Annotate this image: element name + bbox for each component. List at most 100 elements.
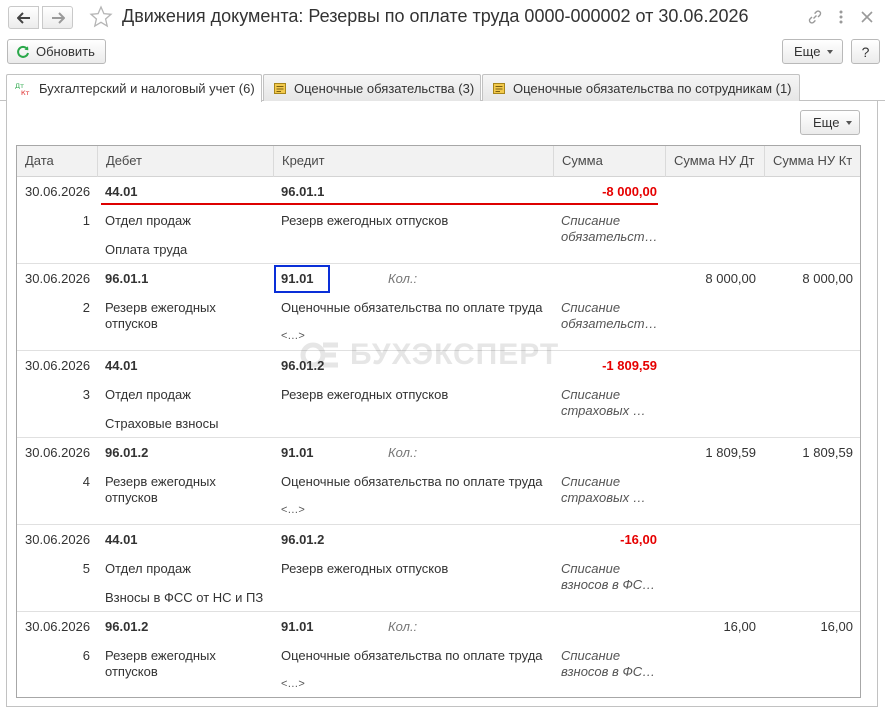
link-icon[interactable] (805, 7, 825, 27)
row-credit-account: 96.01.2 (281, 532, 325, 547)
row-content: Списание страховых … (561, 474, 646, 505)
more-label: Еще (794, 44, 821, 59)
row-credit-subconto-1: Оценочные обязательства по оплате труда (281, 474, 543, 489)
tab-estimated-liabilities[interactable]: Оценочные обязательства (3) (263, 74, 481, 101)
help-label: ? (861, 43, 870, 60)
table-row[interactable]: 30.06.2026 2 96.01.1 Резерв ежегодных отпус… (17, 264, 860, 351)
more-label: Еще (813, 115, 840, 130)
back-button[interactable] (8, 6, 39, 29)
row-credit-subconto-2: <…> (281, 330, 305, 342)
table-row[interactable]: 30.06.2026 6 96.01.2 Резерв ежегодных отпус… (17, 612, 860, 697)
row-number: 3 (82, 387, 90, 402)
tab-label: Оценочные обязательства по сотрудникам (… (513, 80, 792, 96)
row-amount: -8 000,00 (602, 184, 657, 199)
tab-estimated-liabilities-employees[interactable]: Оценочные обязательства по сотрудникам (… (482, 74, 800, 101)
column-header-debit[interactable]: Дебет (98, 146, 274, 177)
row-debit-subconto-2: Оплата труда (105, 242, 188, 257)
row-content: Списание обязательст… (561, 213, 658, 244)
row-credit-account: 96.01.2 (281, 358, 325, 373)
row-credit-subconto-2: <…> (281, 678, 305, 690)
highlight-box-annotation (274, 265, 330, 293)
row-credit-subconto-1: Оценочные обязательства по оплате труда (281, 648, 543, 663)
help-button[interactable]: ? (851, 39, 880, 64)
row-quantity-label: Кол.: (388, 271, 418, 286)
column-header-tax-amount-kt[interactable]: Сумма НУ Кт (765, 146, 860, 177)
column-header-date[interactable]: Дата (17, 146, 98, 177)
chevron-down-icon (827, 49, 834, 54)
row-content: Списание взносов в ФС… (561, 561, 656, 592)
row-debit-subconto-1: Отдел продаж (105, 561, 191, 576)
row-date: 30.06.2026 (25, 184, 91, 199)
row-date: 30.06.2026 (25, 445, 91, 460)
row-credit-account: 96.01.1 (281, 184, 325, 199)
row-quantity-label: Кол.: (388, 619, 418, 634)
row-amount: -16,00 (620, 532, 657, 547)
dt-kt-icon: Дт Кт (15, 82, 30, 96)
tab-accounting[interactable]: Дт Кт Бухгалтерский и налоговый учет (6) (6, 74, 262, 102)
row-credit-account: 91.01 (281, 619, 314, 634)
row-number: 1 (82, 213, 90, 228)
row-debit-account: 44.01 (105, 184, 138, 199)
favorite-star-icon[interactable] (89, 5, 113, 29)
row-date: 30.06.2026 (25, 619, 91, 634)
row-tax-amount-kt: 8 000,00 (802, 271, 853, 286)
column-header-tax-amount-dt[interactable]: Сумма НУ Дт (666, 146, 765, 177)
chevron-down-icon (846, 120, 853, 125)
row-content: Списание страховых … (561, 387, 646, 418)
svg-text:Кт: Кт (21, 89, 30, 96)
table-row[interactable]: 30.06.2026 1 44.01 Отдел продаж Оплата труда… (17, 177, 860, 264)
row-debit-subconto-2: Взносы в ФСС от НС и ПЗ (105, 590, 264, 605)
row-credit-subconto-2: <…> (281, 504, 305, 516)
row-credit-subconto-1: Резерв ежегодных отпусков (281, 387, 449, 402)
more-vertical-icon[interactable] (831, 7, 851, 27)
arrow-right-icon (51, 11, 65, 24)
refresh-icon (17, 45, 29, 58)
row-date: 30.06.2026 (25, 271, 91, 286)
close-icon[interactable] (857, 7, 877, 27)
row-debit-subconto-1: Резерв ежегодных отпусков (105, 474, 216, 505)
row-debit-subconto-1: Отдел продаж (105, 213, 191, 228)
window-title: Движения документа: Резервы по оплате тр… (122, 6, 749, 26)
row-tax-amount-dt: 1 809,59 (705, 445, 756, 460)
row-date: 30.06.2026 (25, 358, 91, 373)
register-icon (493, 83, 505, 94)
row-tax-amount-dt: 16,00 (723, 619, 756, 634)
row-credit-subconto-1: Резерв ежегодных отпусков (281, 561, 449, 576)
refresh-label: Обновить (36, 44, 95, 59)
row-debit-account: 96.01.1 (105, 271, 149, 286)
column-header-credit[interactable]: Кредит (274, 146, 554, 177)
red-underline-annotation (101, 203, 658, 205)
row-credit-account: 91.01 (281, 445, 314, 460)
row-date: 30.06.2026 (25, 532, 91, 547)
row-credit-subconto-1: Оценочные обязательства по оплате труда (281, 300, 543, 315)
row-debit-account: 96.01.2 (105, 445, 149, 460)
row-debit-subconto-1: Резерв ежегодных отпусков (105, 648, 216, 679)
row-tax-amount-kt: 1 809,59 (802, 445, 853, 460)
table-row[interactable]: 30.06.2026 4 96.01.2 Резерв ежегодных отпус… (17, 438, 860, 525)
row-debit-account: 44.01 (105, 358, 138, 373)
refresh-button[interactable]: Обновить (7, 39, 106, 64)
row-credit-subconto-1: Резерв ежегодных отпусков (281, 213, 449, 228)
entries-table[interactable]: Дата Дебет Кредит Сумма Сумма НУ Дт Сумм… (16, 145, 861, 698)
arrow-left-icon (16, 11, 30, 24)
row-debit-subconto-2: Страховые взносы (105, 416, 219, 431)
row-content: Списание обязательст… (561, 300, 658, 331)
table-row[interactable]: 30.06.2026 3 44.01 Отдел продаж Страховые вз… (17, 351, 860, 438)
row-quantity-label: Кол.: (388, 445, 418, 460)
more-button[interactable]: Еще (782, 39, 843, 64)
row-content: Списание взносов в ФС… (561, 648, 656, 679)
forward-button[interactable] (42, 6, 73, 29)
column-header-amount[interactable]: Сумма (554, 146, 666, 177)
row-tax-amount-dt: 8 000,00 (705, 271, 756, 286)
title-bar: Движения документа: Резервы по оплате тр… (0, 0, 885, 34)
tab-label: Бухгалтерский и налоговый учет (6) (39, 81, 255, 96)
panel-more-button[interactable]: Еще (800, 110, 860, 135)
row-amount: -1 809,59 (602, 358, 657, 373)
row-debit-subconto-1: Отдел продаж (105, 387, 191, 402)
row-number: 4 (82, 474, 90, 489)
tab-label: Оценочные обязательства (3) (294, 80, 475, 96)
row-number: 2 (82, 300, 90, 315)
table-row[interactable]: 30.06.2026 5 44.01 Отдел продаж Взносы в ФСС… (17, 525, 860, 612)
row-debit-account: 44.01 (105, 532, 138, 547)
row-number: 5 (82, 561, 90, 576)
